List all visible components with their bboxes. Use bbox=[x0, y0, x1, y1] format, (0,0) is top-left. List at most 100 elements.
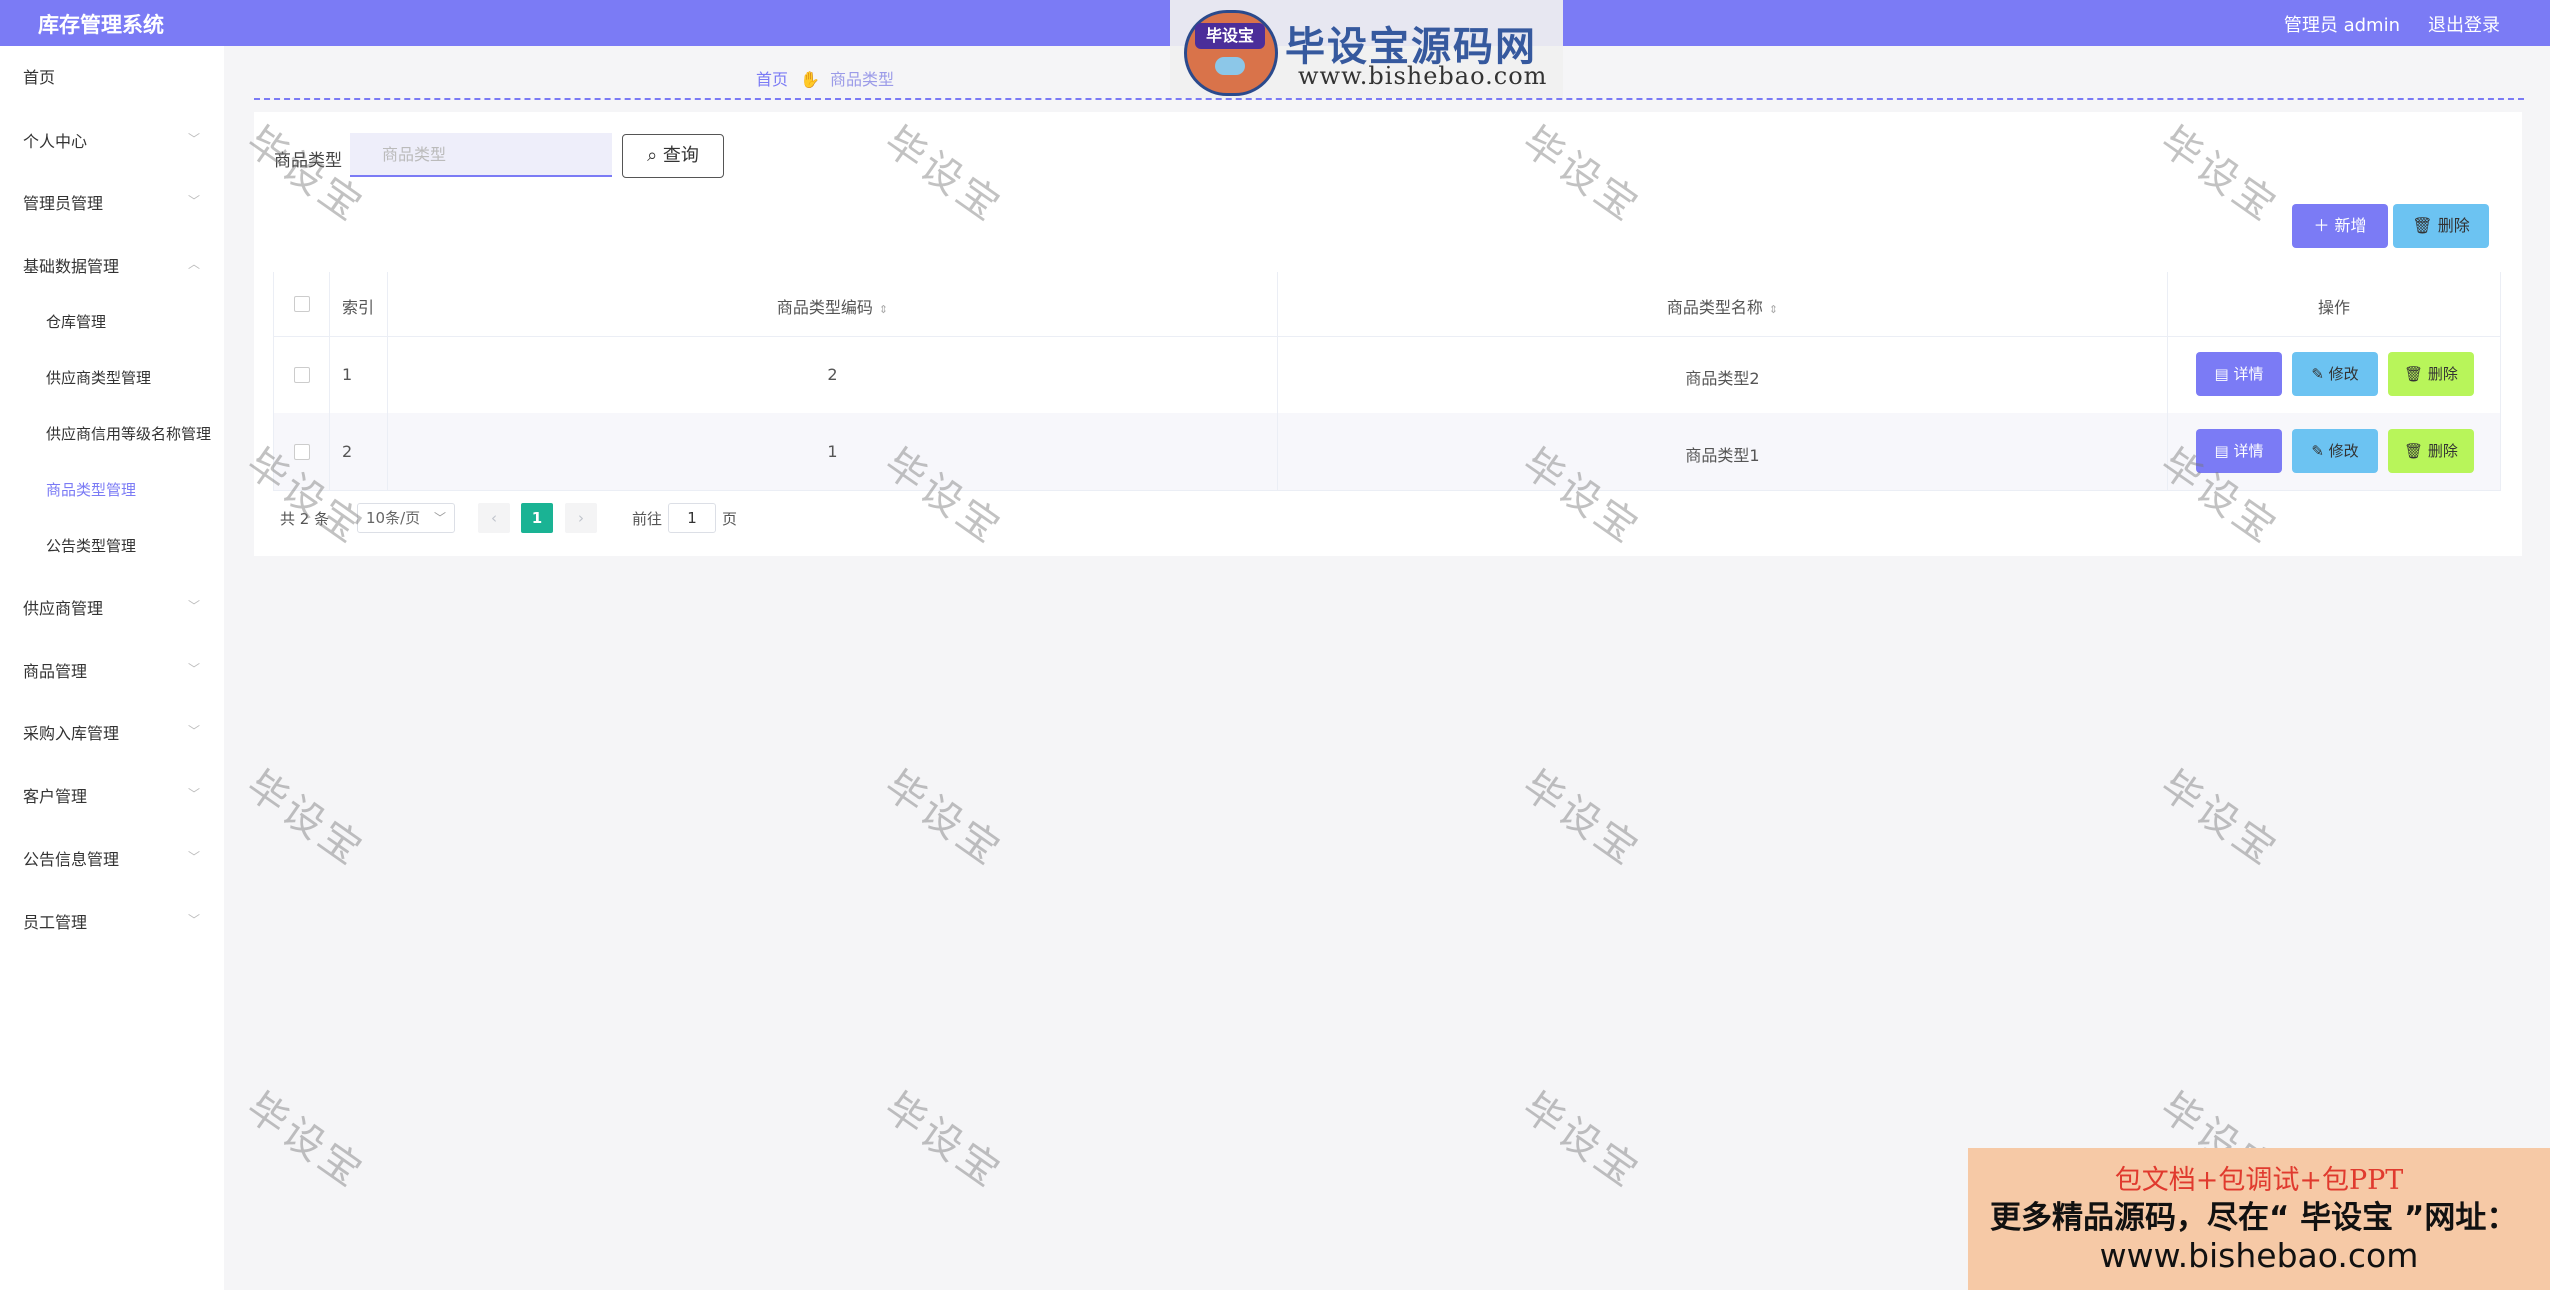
cell-operations: ▤ 详情 ✎ 修改 🗑 删除 bbox=[2167, 413, 2501, 490]
pagination-total: 共 2 条 bbox=[280, 510, 330, 528]
table-row: 2 1 商品类型1 ▤ 详情 ✎ 修改 🗑 删除 bbox=[273, 413, 2501, 491]
batch-delete-button[interactable]: 🗑 删除 bbox=[2393, 204, 2489, 248]
sidebar-item-admin-management[interactable]: 管理员管理 ﹀ bbox=[0, 180, 224, 220]
watermark-text: 毕设宝 bbox=[2151, 762, 2287, 876]
cell-code: 2 bbox=[387, 336, 1277, 413]
trash-icon: 🗑 bbox=[2412, 216, 2433, 235]
chevron-down-icon: ﹀ bbox=[187, 724, 200, 738]
trash-icon: 🗑 bbox=[2404, 365, 2424, 383]
sidebar-subitem-goods-type[interactable]: 商品类型管理 bbox=[0, 469, 224, 509]
add-button[interactable]: ＋ 新增 bbox=[2292, 204, 2388, 248]
sort-icon[interactable]: ⇕ bbox=[1769, 303, 1778, 316]
sidebar-item-home[interactable]: 首页 bbox=[0, 54, 224, 94]
page-number-current[interactable]: 1 bbox=[521, 503, 553, 533]
sidebar-subitem-supplier-type[interactable]: 供应商类型管理 bbox=[0, 357, 224, 397]
document-icon: ▤ bbox=[2214, 442, 2229, 460]
header-cell[interactable]: 商品类型编码 ⇕ bbox=[387, 272, 1277, 336]
chevron-down-icon: ﹀ bbox=[187, 850, 200, 864]
watermark-text: 毕设宝 bbox=[237, 1084, 373, 1198]
chevron-down-icon: ﹀ bbox=[187, 787, 200, 801]
chevron-up-icon: ︿ bbox=[187, 257, 200, 271]
delete-button[interactable]: 🗑 删除 bbox=[2388, 429, 2474, 473]
sidebar-item-notice-info[interactable]: 公告信息管理 ﹀ bbox=[0, 836, 224, 876]
watermark-text: 毕设宝 bbox=[875, 762, 1011, 876]
page-size-select[interactable]: 10条/页 ﹀ bbox=[357, 503, 455, 533]
sidebar-item-employee[interactable]: 员工管理 ﹀ bbox=[0, 899, 224, 939]
watermark-text: 毕设宝 bbox=[1513, 762, 1649, 876]
detail-button[interactable]: ▤ 详情 bbox=[2196, 429, 2282, 473]
cell-name: 商品类型1 bbox=[1277, 413, 2167, 490]
row-checkbox-cell bbox=[273, 413, 329, 490]
row-code: 1 bbox=[827, 441, 838, 461]
pencil-icon: ✎ bbox=[2311, 442, 2324, 460]
sidebar-item-label: 公告信息管理 bbox=[23, 850, 120, 869]
header-operations: 操作 bbox=[2317, 298, 2350, 317]
row-checkbox[interactable] bbox=[294, 443, 310, 460]
detail-label: 详情 bbox=[2233, 365, 2264, 383]
goto-page-input[interactable] bbox=[668, 503, 716, 533]
logo-url: www.bishebao.com bbox=[1298, 62, 1548, 90]
page-size-value: 10条/页 bbox=[366, 509, 421, 527]
delete-button[interactable]: 🗑 删除 bbox=[2388, 352, 2474, 396]
row-index: 1 bbox=[342, 364, 353, 384]
sidebar-item-basic-data[interactable]: 基础数据管理 ︿ bbox=[0, 243, 224, 283]
mascot-face bbox=[1215, 57, 1245, 75]
sidebar-subitem-label: 供应商信用等级名称管理 bbox=[46, 425, 212, 443]
header-cell: 操作 bbox=[2167, 272, 2501, 336]
sidebar-item-personal-center[interactable]: 个人中心 ﹀ bbox=[0, 118, 224, 158]
breadcrumb-home[interactable]: 首页 bbox=[756, 70, 788, 89]
prev-page-button[interactable]: ‹ bbox=[478, 503, 510, 533]
sort-icon[interactable]: ⇕ bbox=[879, 303, 888, 316]
sidebar-item-goods[interactable]: 商品管理 ﹀ bbox=[0, 648, 224, 688]
row-name: 商品类型1 bbox=[1685, 445, 1760, 465]
document-icon: ▤ bbox=[2214, 365, 2229, 383]
chevron-down-icon: ﹀ bbox=[187, 194, 200, 208]
chevron-down-icon: ﹀ bbox=[187, 132, 200, 146]
logo-badge: 毕设宝 bbox=[1195, 23, 1265, 49]
cell-code: 1 bbox=[387, 413, 1277, 490]
sidebar-item-label: 供应商管理 bbox=[23, 599, 104, 618]
sidebar-item-supplier[interactable]: 供应商管理 ﹀ bbox=[0, 585, 224, 625]
search-input[interactable] bbox=[350, 133, 612, 177]
next-page-button[interactable]: › bbox=[565, 503, 597, 533]
breadcrumb: 首页 ✋ 商品类型 bbox=[756, 66, 894, 90]
detail-label: 详情 bbox=[2233, 442, 2264, 460]
watermark-text: 毕设宝 bbox=[237, 762, 373, 876]
row-checkbox[interactable] bbox=[294, 366, 310, 383]
delete-label: 删除 bbox=[2427, 442, 2458, 460]
cell-index: 2 bbox=[329, 413, 387, 490]
edit-button[interactable]: ✎ 修改 bbox=[2292, 429, 2378, 473]
promo-banner: 包文档+包调试+包PPT 更多精品源码，尽在“ 毕设宝 ”网址： www.bis… bbox=[1968, 1148, 2550, 1290]
edit-button[interactable]: ✎ 修改 bbox=[2292, 352, 2378, 396]
app-title: 库存管理系统 bbox=[38, 13, 164, 37]
sidebar-subitem-supplier-credit[interactable]: 供应商信用等级名称管理 bbox=[0, 413, 224, 453]
pencil-icon: ✎ bbox=[2311, 365, 2324, 383]
mascot-logo-icon: 毕设宝 bbox=[1184, 10, 1278, 96]
query-button[interactable]: ⌕ 查询 bbox=[622, 134, 724, 178]
sidebar-subitem-label: 供应商类型管理 bbox=[46, 369, 152, 387]
site-logo-watermark: 毕设宝 毕设宝源码网 www.bishebao.com bbox=[1170, 0, 1563, 98]
sidebar-subitem-label: 仓库管理 bbox=[46, 313, 107, 331]
chevron-left-icon: ‹ bbox=[491, 509, 497, 527]
logout-link[interactable]: 退出登录 bbox=[2428, 11, 2500, 37]
chevron-down-icon: ﹀ bbox=[187, 913, 200, 927]
query-button-label: 查询 bbox=[662, 145, 699, 166]
select-all-checkbox[interactable] bbox=[294, 296, 310, 312]
sidebar-subitem-notice-type[interactable]: 公告类型管理 bbox=[0, 525, 224, 565]
promo-line-2: 更多精品源码，尽在“ 毕设宝 ”网址： bbox=[1990, 1200, 2518, 1236]
sidebar-item-customer[interactable]: 客户管理 ﹀ bbox=[0, 773, 224, 813]
sidebar-subitem-warehouse[interactable]: 仓库管理 bbox=[0, 301, 224, 341]
sidebar-item-label: 客户管理 bbox=[23, 787, 88, 806]
watermark-text: 毕设宝 bbox=[1513, 1084, 1649, 1198]
sidebar-item-purchase-inbound[interactable]: 采购入库管理 ﹀ bbox=[0, 710, 224, 750]
promo-url: www.bishebao.com bbox=[2099, 1236, 2419, 1275]
detail-button[interactable]: ▤ 详情 bbox=[2196, 352, 2282, 396]
table-row: 1 2 商品类型2 ▤ 详情 ✎ 修改 🗑 删除 bbox=[273, 336, 2501, 414]
cell-name: 商品类型2 bbox=[1277, 336, 2167, 413]
watermark-text: 毕设宝 bbox=[875, 1084, 1011, 1198]
sidebar-item-label: 首页 bbox=[23, 68, 56, 87]
delete-button-label: 删除 bbox=[2437, 216, 2470, 235]
hand-icon: ✋ bbox=[800, 70, 820, 89]
header-cell[interactable]: 商品类型名称 ⇕ bbox=[1277, 272, 2167, 336]
sidebar-item-label: 管理员管理 bbox=[23, 194, 104, 213]
